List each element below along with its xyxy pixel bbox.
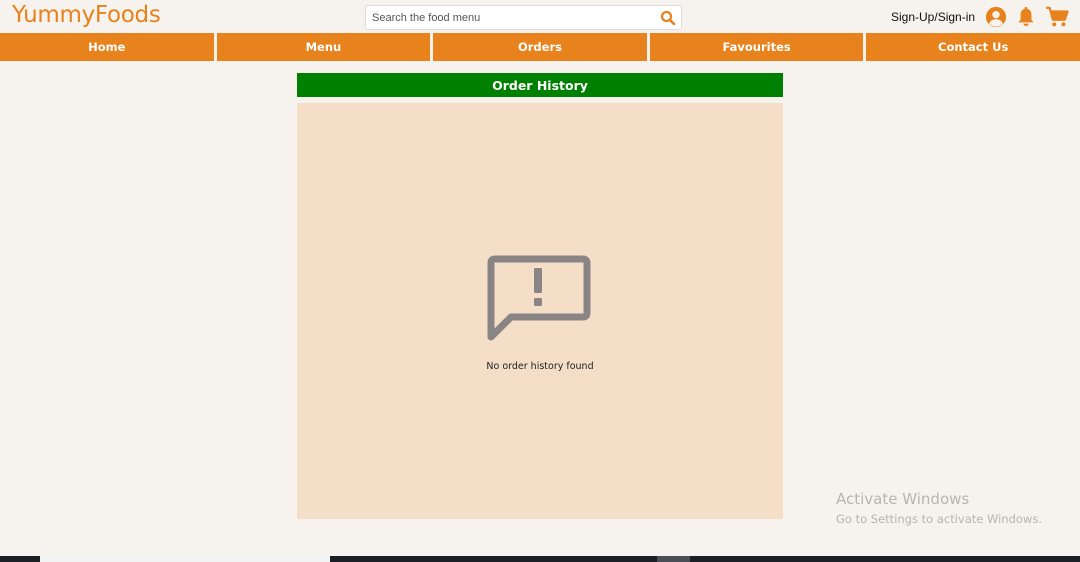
taskbar — [0, 556, 1080, 562]
nav-item-home[interactable]: Home — [0, 33, 214, 61]
main-nav: Home Menu Orders Favourites Contact Us — [0, 33, 1080, 61]
bell-icon[interactable] — [1016, 6, 1036, 28]
site-logo[interactable]: YummyFoods — [12, 2, 161, 28]
nav-item-orders[interactable]: Orders — [433, 33, 647, 61]
search-bar — [365, 5, 682, 30]
header: YummyFoods Sign-Up/Sign-in — [0, 0, 1080, 33]
empty-state-message: No order history found — [486, 361, 594, 372]
watermark-subtitle: Go to Settings to activate Windows. — [836, 512, 1042, 526]
search-input[interactable] — [372, 9, 652, 27]
taskbar-app[interactable] — [657, 556, 690, 562]
nav-item-menu[interactable]: Menu — [216, 33, 431, 61]
nav-item-favourites[interactable]: Favourites — [649, 33, 864, 61]
message-alert-icon — [487, 255, 591, 341]
user-icon[interactable] — [985, 6, 1007, 28]
nav-item-contact-us[interactable]: Contact Us — [866, 33, 1080, 61]
search-icon[interactable] — [659, 9, 677, 27]
windows-activation-watermark: Activate Windows Go to Settings to activ… — [836, 490, 1042, 526]
cart-icon[interactable] — [1045, 6, 1069, 28]
signin-link[interactable]: Sign-Up/Sign-in — [891, 10, 975, 24]
taskbar-search[interactable] — [40, 556, 330, 562]
watermark-title: Activate Windows — [836, 490, 970, 508]
order-history-panel: No order history found — [297, 103, 783, 519]
page-title: Order History — [297, 73, 783, 97]
